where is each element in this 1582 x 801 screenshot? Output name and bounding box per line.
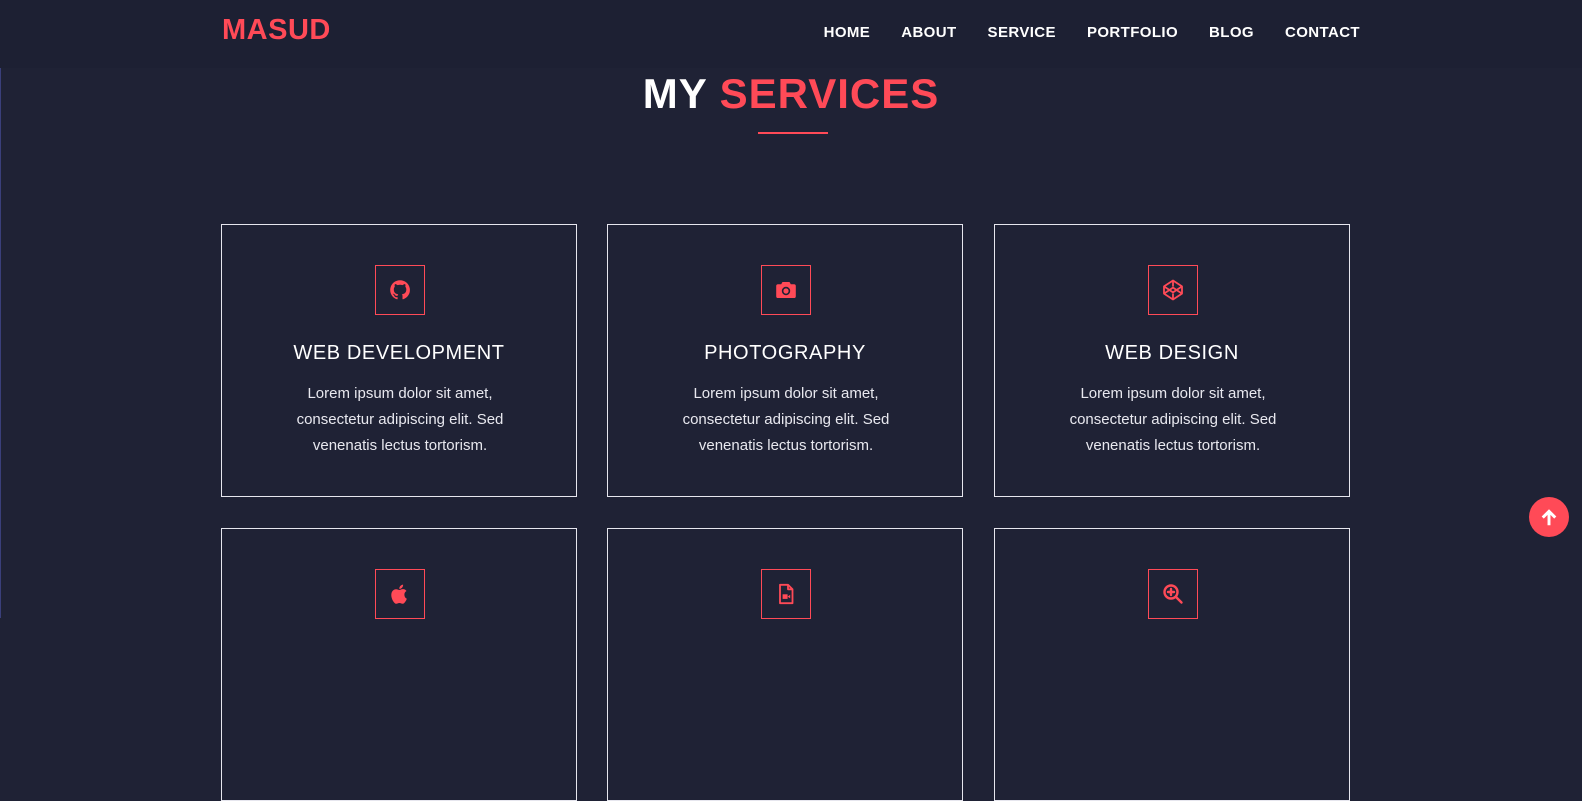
nav-portfolio[interactable]: PORTFOLIO bbox=[1087, 24, 1178, 41]
service-card-video[interactable] bbox=[607, 528, 963, 801]
nav-about[interactable]: ABOUT bbox=[901, 24, 956, 41]
service-title: WEB DEVELOPMENT bbox=[293, 342, 505, 364]
service-title: WEB DESIGN bbox=[1105, 342, 1239, 364]
search-plus-icon bbox=[1148, 569, 1198, 619]
section-title-plain: MY bbox=[642, 70, 707, 117]
github-icon bbox=[375, 265, 425, 315]
service-card-web-development[interactable]: WEB DEVELOPMENT Lorem ipsum dolor sit am… bbox=[221, 224, 577, 497]
scroll-to-top-button[interactable] bbox=[1529, 497, 1569, 537]
service-description: Lorem ipsum dolor sit amet, consectetur … bbox=[682, 385, 890, 454]
navbar: MASUD HOME ABOUT SERVICE PORTFOLIO BLOG … bbox=[0, 0, 1582, 68]
service-card-apple[interactable] bbox=[221, 528, 577, 801]
apple-icon bbox=[375, 569, 425, 619]
nav-menu: HOME ABOUT SERVICE PORTFOLIO BLOG CONTAC… bbox=[824, 24, 1360, 41]
nav-service[interactable]: SERVICE bbox=[988, 24, 1056, 41]
logo[interactable]: MASUD bbox=[222, 14, 331, 47]
service-description: Lorem ipsum dolor sit amet, consectetur … bbox=[296, 385, 504, 454]
service-card-search[interactable] bbox=[994, 528, 1350, 801]
service-description: Lorem ipsum dolor sit amet, consectetur … bbox=[1069, 385, 1277, 454]
nav-home[interactable]: HOME bbox=[824, 24, 871, 41]
file-video-icon bbox=[761, 569, 811, 619]
nav-blog[interactable]: BLOG bbox=[1209, 24, 1254, 41]
camera-icon bbox=[761, 265, 811, 315]
arrow-up-icon bbox=[1541, 509, 1557, 526]
service-title: PHOTOGRAPHY bbox=[704, 342, 866, 364]
section-title: MY SERVICES bbox=[0, 70, 1582, 118]
codepen-icon bbox=[1148, 265, 1198, 315]
service-card-web-design[interactable]: WEB DESIGN Lorem ipsum dolor sit amet, c… bbox=[994, 224, 1350, 497]
nav-contact[interactable]: CONTACT bbox=[1285, 24, 1360, 41]
service-card-photography[interactable]: PHOTOGRAPHY Lorem ipsum dolor sit amet, … bbox=[607, 224, 963, 497]
title-underline bbox=[758, 132, 828, 134]
section-title-accent: SERVICES bbox=[719, 70, 940, 117]
